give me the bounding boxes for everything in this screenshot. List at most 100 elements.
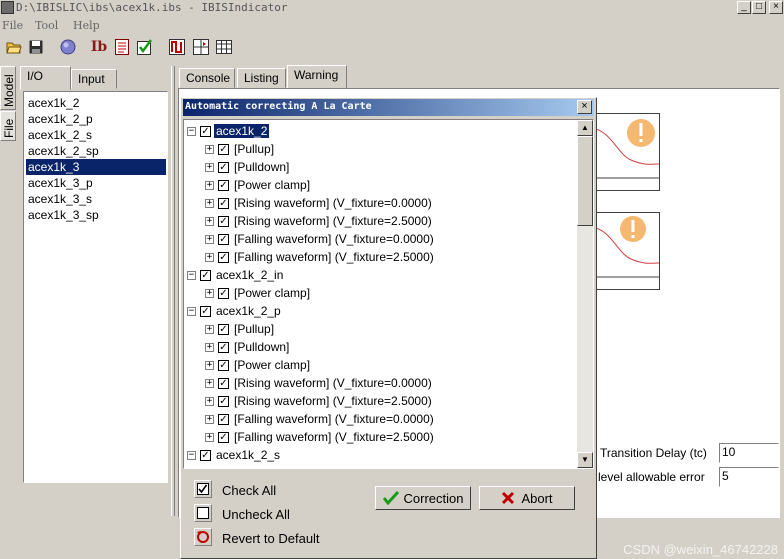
tree-checkbox[interactable]: ✓ bbox=[218, 467, 229, 468]
tree-node-item[interactable]: +✓[Pullup] bbox=[205, 464, 276, 470]
table-icon[interactable] bbox=[214, 37, 234, 57]
circle-icon[interactable] bbox=[58, 37, 78, 57]
expand-toggle-icon[interactable]: + bbox=[205, 198, 214, 208]
tree-node-item[interactable]: + ✓ [Power clamp] bbox=[205, 284, 312, 302]
tab-listing[interactable]: Listing bbox=[237, 68, 286, 88]
save-icon[interactable] bbox=[26, 37, 46, 57]
tree-checkbox[interactable]: ✓ bbox=[218, 323, 229, 335]
revert-icon[interactable] bbox=[194, 528, 212, 546]
allowable-error-field[interactable]: 5 bbox=[719, 467, 779, 487]
tab-io[interactable]: I/O bbox=[20, 66, 71, 90]
expand-toggle-icon[interactable]: + bbox=[205, 180, 214, 190]
tree-checkbox[interactable]: ✓ bbox=[218, 197, 229, 209]
check-icon[interactable] bbox=[135, 37, 155, 57]
list-item[interactable]: acex1k_3_s bbox=[26, 191, 166, 207]
tree-node-item[interactable]: + ✓ [Rising waveform] (V_fixture=2.5000) bbox=[205, 212, 434, 230]
check-all-label[interactable]: Check All bbox=[222, 483, 276, 498]
tree-checkbox[interactable]: ✓ bbox=[218, 143, 229, 155]
tree-node-item[interactable]: +✓[Pullup] bbox=[205, 320, 276, 338]
uncheck-all-label[interactable]: Uncheck All bbox=[222, 507, 290, 522]
list-item[interactable]: acex1k_2 bbox=[26, 95, 166, 111]
expand-toggle-icon[interactable]: + bbox=[205, 396, 214, 406]
expand-toggle-icon[interactable]: − bbox=[187, 306, 196, 316]
maximize-button[interactable]: □ bbox=[752, 1, 766, 14]
tree-node-item[interactable]: + ✓ [Rising waveform] (V_fixture=2.5000) bbox=[205, 392, 434, 410]
document-icon[interactable] bbox=[112, 37, 132, 57]
tree-node-item[interactable]: +✓[Pullup] bbox=[205, 140, 276, 158]
tree-checkbox[interactable]: ✓ bbox=[200, 449, 211, 461]
expand-toggle-icon[interactable]: + bbox=[205, 234, 214, 244]
expand-toggle-icon[interactable]: + bbox=[205, 144, 214, 154]
tree-node-item[interactable]: + ✓ [Falling waveform] (V_fixture=2.5000) bbox=[205, 428, 436, 446]
tab-warning[interactable]: Warning bbox=[287, 65, 347, 89]
splitter[interactable] bbox=[171, 66, 175, 516]
expand-toggle-icon[interactable]: − bbox=[187, 126, 196, 136]
expand-toggle-icon[interactable]: + bbox=[205, 432, 214, 442]
expand-toggle-icon[interactable]: + bbox=[205, 324, 214, 334]
tree-node-model[interactable]: − ✓ acex1k_2_p bbox=[187, 302, 283, 320]
tree-node-model[interactable]: − ✓ acex1k_2 bbox=[187, 122, 270, 140]
waveform-thumbnail[interactable] bbox=[590, 212, 660, 290]
tree-node-item[interactable]: + ✓ [Pulldown] bbox=[205, 338, 291, 356]
revert-label[interactable]: Revert to Default bbox=[222, 531, 320, 546]
tree-checkbox[interactable]: ✓ bbox=[200, 305, 211, 317]
abort-button[interactable]: Abort bbox=[479, 486, 575, 510]
expand-toggle-icon[interactable]: + bbox=[205, 342, 214, 352]
side-tab-file[interactable]: File bbox=[0, 111, 16, 141]
tree-checkbox[interactable]: ✓ bbox=[218, 377, 229, 389]
list-item-selected[interactable]: acex1k_3 bbox=[26, 159, 166, 175]
tree-checkbox[interactable]: ✓ bbox=[218, 287, 229, 299]
scroll-down-button[interactable]: ▼ bbox=[577, 452, 593, 468]
tree-node-item[interactable]: + ✓ [Falling waveform] (V_fixture=0.0000) bbox=[205, 230, 436, 248]
tree-checkbox[interactable]: ✓ bbox=[218, 215, 229, 227]
tree-node-item[interactable]: + ✓ [Pulldown] bbox=[205, 158, 291, 176]
expand-toggle-icon[interactable]: + bbox=[205, 252, 214, 262]
expand-toggle-icon[interactable]: − bbox=[187, 450, 196, 460]
list-item[interactable]: acex1k_3_sp bbox=[26, 207, 166, 223]
scroll-thumb[interactable] bbox=[577, 136, 593, 226]
scroll-up-button[interactable]: ▲ bbox=[577, 120, 593, 136]
tree-node-item[interactable]: + ✓ [Falling waveform] (V_fixture=2.5000) bbox=[205, 248, 436, 266]
tree-checkbox[interactable]: ✓ bbox=[218, 179, 229, 191]
tree-node-model[interactable]: − ✓ acex1k_2_s bbox=[187, 446, 282, 464]
expand-toggle-icon[interactable]: + bbox=[205, 216, 214, 226]
check-all-icon[interactable] bbox=[194, 480, 212, 498]
expand-toggle-icon[interactable]: + bbox=[205, 414, 214, 424]
tree-checkbox[interactable]: ✓ bbox=[218, 413, 229, 425]
tree-node-item[interactable]: + ✓ [Power clamp] bbox=[205, 356, 312, 374]
grid-icon[interactable] bbox=[191, 37, 211, 57]
tree-node-model[interactable]: − ✓ acex1k_2_in bbox=[187, 266, 285, 284]
tab-console[interactable]: Console bbox=[179, 68, 235, 88]
tree-checkbox[interactable]: ✓ bbox=[218, 233, 229, 245]
ib-icon[interactable]: Ib bbox=[89, 37, 109, 57]
list-item[interactable]: acex1k_2_sp bbox=[26, 143, 166, 159]
tree-checkbox[interactable]: ✓ bbox=[200, 125, 211, 137]
close-window-button[interactable]: × bbox=[769, 1, 783, 14]
tree-checkbox[interactable]: ✓ bbox=[200, 269, 211, 281]
tree-checkbox[interactable]: ✓ bbox=[218, 359, 229, 371]
tree-checkbox[interactable]: ✓ bbox=[218, 431, 229, 443]
tree-node-item[interactable]: + ✓ [Falling waveform] (V_fixture=0.0000) bbox=[205, 410, 436, 428]
menu-tool[interactable]: Tool bbox=[35, 19, 58, 32]
minimize-button[interactable]: _ bbox=[737, 1, 751, 14]
waveform-icon[interactable] bbox=[167, 37, 187, 57]
tree-checkbox[interactable]: ✓ bbox=[218, 161, 229, 173]
correction-tree[interactable]: − ✓ acex1k_2 + ✓ [Pullup] + ✓ [Pulldown] + ✓ [Power… bbox=[183, 119, 594, 469]
list-item[interactable]: acex1k_2_p bbox=[26, 111, 166, 127]
menu-help[interactable]: Help bbox=[73, 19, 100, 32]
tree-node-item[interactable]: + ✓ [Rising waveform] (V_fixture=0.0000) bbox=[205, 374, 434, 392]
correction-button[interactable]: Correction bbox=[375, 486, 471, 510]
tree-checkbox[interactable]: ✓ bbox=[218, 341, 229, 353]
expand-toggle-icon[interactable]: + bbox=[205, 162, 214, 172]
list-item[interactable]: acex1k_2_s bbox=[26, 127, 166, 143]
open-icon[interactable] bbox=[4, 37, 24, 57]
tree-node-item[interactable]: + ✓ [Power clamp] bbox=[205, 176, 312, 194]
io-list[interactable]: acex1k_2 acex1k_2_p acex1k_2_s acex1k_2_… bbox=[23, 91, 168, 483]
expand-toggle-icon[interactable]: + bbox=[205, 360, 214, 370]
tree-checkbox[interactable]: ✓ bbox=[218, 395, 229, 407]
expand-toggle-icon[interactable]: + bbox=[205, 378, 214, 388]
tree-node-item[interactable]: + ✓ [Rising waveform] (V_fixture=0.0000) bbox=[205, 194, 434, 212]
expand-toggle-icon[interactable]: + bbox=[205, 469, 214, 470]
expand-toggle-icon[interactable]: + bbox=[205, 288, 214, 298]
list-item[interactable]: acex1k_3_p bbox=[26, 175, 166, 191]
